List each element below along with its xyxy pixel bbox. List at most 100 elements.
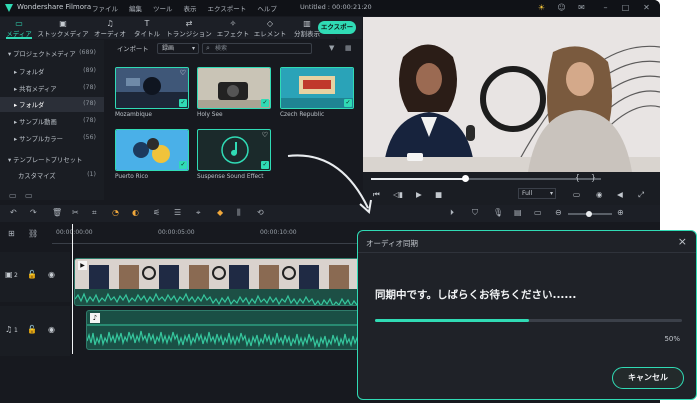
cancel-button[interactable]: キャンセル: [612, 367, 684, 389]
sidebar-item-sample-video[interactable]: ▸ サンプル動画 (78): [0, 114, 104, 128]
sidebar-item-count: (689): [79, 49, 96, 56]
audio-clip[interactable]: ♪: [86, 310, 366, 350]
add-track-icon[interactable]: ⊞: [8, 229, 15, 238]
menu-tools[interactable]: ツール: [153, 3, 173, 13]
sidebar-item-project-media[interactable]: ▾ プロジェクトメディア (689): [0, 46, 104, 60]
link-icon[interactable]: ⛓: [28, 229, 38, 238]
adjust-icon[interactable]: ⚟: [153, 208, 160, 217]
sidebar-item-folder[interactable]: ▸ フォルダ (89): [0, 64, 104, 78]
menu-export[interactable]: エクスポート: [208, 3, 247, 13]
tab-title[interactable]: T タイトル: [131, 19, 163, 38]
menu-view[interactable]: 表示: [184, 3, 197, 13]
video-clip[interactable]: ▶: [74, 258, 364, 306]
zoom-slider-knob[interactable]: [586, 211, 592, 217]
project-title: Untitled : 00:00:21:20: [300, 3, 372, 11]
zoom-dropdown[interactable]: Full ▾: [518, 188, 556, 199]
mark-in-icon[interactable]: {: [575, 173, 580, 182]
sidebar-item-sample-color[interactable]: ▸ サンプルカラー (56): [0, 131, 104, 145]
eye-icon[interactable]: ◉: [48, 325, 55, 334]
color-icon[interactable]: ◐: [132, 208, 139, 217]
media-thumb-holy-see[interactable]: ✓: [197, 67, 271, 109]
sidebar-item-label: ▸ フォルダ: [14, 102, 45, 109]
video-preview[interactable]: [363, 17, 660, 172]
speed-icon[interactable]: ◔: [112, 208, 119, 217]
tab-elements-label: エレメント: [253, 30, 287, 38]
lock-icon[interactable]: 🔓: [27, 270, 37, 279]
minimize-icon[interactable]: –: [600, 2, 611, 13]
grid-view-icon[interactable]: ▦: [345, 44, 352, 52]
sidebar-item-count: (56): [83, 134, 96, 141]
play-icon[interactable]: ▶: [416, 190, 422, 199]
maximize-icon[interactable]: □: [620, 2, 631, 13]
marker-icon[interactable]: ⛉: [472, 208, 478, 218]
motion-tracking-icon[interactable]: ⌖: [196, 208, 201, 218]
menu-file[interactable]: ファイル: [92, 3, 118, 13]
tab-transition[interactable]: ⇄ トランジション: [164, 19, 214, 38]
tab-elements[interactable]: ◇ エレメント: [252, 19, 288, 38]
timeline-zoom-slider[interactable]: [568, 211, 612, 217]
stop-icon[interactable]: ■: [435, 190, 442, 199]
folder-open-icon[interactable]: ▭: [25, 191, 33, 200]
media-thumb-puerto-rico[interactable]: ✓: [115, 129, 189, 171]
undo-icon[interactable]: ↶: [10, 208, 17, 217]
tab-media[interactable]: ▭ メディア: [2, 19, 36, 39]
search-input[interactable]: ⌕ 検索: [202, 43, 312, 54]
sidebar-item-customize[interactable]: カスタマイズ (1): [0, 168, 104, 182]
checkmark-icon: ✓: [179, 161, 187, 169]
volume-icon[interactable]: ◀: [617, 190, 623, 199]
playback-progress[interactable]: [371, 175, 601, 182]
sidebar-item-shared-media[interactable]: ▸ 共有メディア (78): [0, 81, 104, 95]
tab-stock-media[interactable]: ▣ ストックメディア: [37, 19, 89, 38]
zoom-out-icon[interactable]: ⊖: [555, 208, 562, 217]
caption-icon[interactable]: ▭: [534, 208, 542, 217]
close-window-icon[interactable]: ✕: [641, 2, 652, 13]
checkmark-icon: ✓: [179, 99, 187, 107]
snapshot-icon[interactable]: ◉: [596, 190, 603, 199]
redo-icon[interactable]: ↷: [30, 208, 37, 217]
mark-out-icon[interactable]: }: [591, 173, 596, 182]
sidebar-item-template-presets[interactable]: ▾ テンプレートプリセット: [0, 152, 104, 166]
sidebar-item-count: (1): [87, 171, 96, 178]
tab-effects[interactable]: ✧ エフェクト: [215, 19, 251, 38]
bulb-icon[interactable]: ☀: [536, 2, 547, 13]
media-thumb-mozambique[interactable]: ♡ ✓: [115, 67, 189, 109]
checkmark-icon: ✓: [261, 99, 269, 107]
account-icon[interactable]: ☺: [556, 2, 567, 13]
menu-edit[interactable]: 編集: [129, 3, 142, 13]
favorite-icon[interactable]: ♡: [262, 131, 268, 139]
crop-icon[interactable]: ⌗: [92, 208, 97, 218]
sidebar-item-label: ▾ テンプレートプリセット: [8, 157, 83, 164]
tab-audio[interactable]: ♫ オーディオ: [90, 19, 130, 38]
filter-icon[interactable]: ▼: [329, 44, 334, 52]
media-thumb-suspense-sound[interactable]: ♡ ✓: [197, 129, 271, 171]
favorite-icon[interactable]: ♡: [180, 69, 186, 77]
menu-help[interactable]: ヘルプ: [257, 3, 277, 13]
mail-icon[interactable]: ✉: [576, 2, 587, 13]
zoom-in-icon[interactable]: ⊕: [617, 208, 624, 217]
media-thumb-czech-republic[interactable]: ✓: [280, 67, 354, 109]
audio-sync-icon[interactable]: ⫼: [237, 208, 241, 218]
close-icon[interactable]: ×: [678, 235, 687, 248]
export-button[interactable]: エクスポート: [318, 21, 356, 44]
sidebar-item-folder-selected[interactable]: ▸ フォルダ (78): [0, 97, 104, 112]
playback-progress-knob[interactable]: [462, 175, 470, 182]
step-back-icon[interactable]: ◁▮: [393, 190, 403, 199]
display-icon[interactable]: ▭: [573, 190, 580, 199]
audio-adjust-icon[interactable]: ☰: [174, 208, 181, 217]
new-folder-icon[interactable]: ▭: [9, 191, 17, 200]
eye-icon[interactable]: ◉: [48, 270, 55, 279]
mixer-icon[interactable]: ▤: [514, 208, 522, 217]
mic-icon[interactable]: 🎙: [493, 208, 503, 217]
fullscreen-icon[interactable]: ⤢: [638, 190, 644, 200]
delete-icon[interactable]: 🗑: [52, 208, 62, 217]
render-icon[interactable]: ⏵: [450, 208, 454, 218]
import-button[interactable]: インポート: [117, 44, 148, 53]
cut-icon[interactable]: ✂: [72, 208, 79, 217]
stabilize-icon[interactable]: ⟲: [257, 208, 264, 217]
timeline-playhead[interactable]: [72, 224, 73, 354]
tab-effects-label: エフェクト: [216, 30, 250, 38]
video-track-header: ▣ 2 🔓 ◉: [0, 252, 70, 302]
record-dropdown[interactable]: 録画 ▾: [157, 43, 199, 54]
keyframe-icon[interactable]: ◆: [217, 208, 223, 217]
lock-icon[interactable]: 🔓: [27, 325, 37, 334]
